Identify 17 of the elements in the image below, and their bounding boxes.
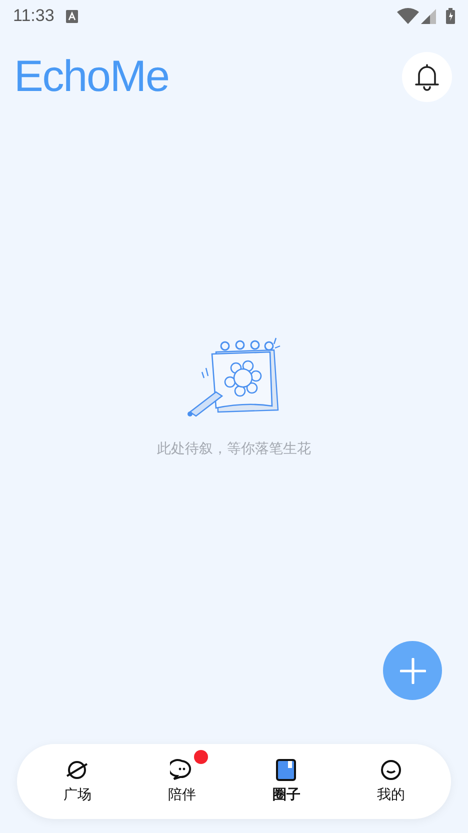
nav-tab[interactable]: 广场 — [25, 744, 130, 819]
keyboard-icon — [66, 10, 78, 22]
status-time: 11:33 — [13, 5, 54, 28]
face-icon — [378, 758, 403, 782]
notification-button[interactable] — [402, 52, 452, 102]
nav-tab[interactable]: 我的 — [338, 744, 443, 819]
plus-icon — [400, 658, 426, 684]
bell-icon — [414, 63, 440, 91]
battery-icon — [446, 8, 455, 24]
signal-icon — [421, 8, 436, 24]
nav-tab[interactable]: 陪伴 — [130, 744, 234, 819]
chat-icon — [170, 758, 194, 782]
book-icon — [274, 758, 298, 782]
empty-message: 此处待叙，等你落笔生花 — [157, 439, 311, 458]
app-logo: EchoMe — [14, 55, 169, 99]
nav-tab[interactable]: 圈子 — [234, 744, 338, 819]
wifi-icon — [397, 8, 419, 24]
